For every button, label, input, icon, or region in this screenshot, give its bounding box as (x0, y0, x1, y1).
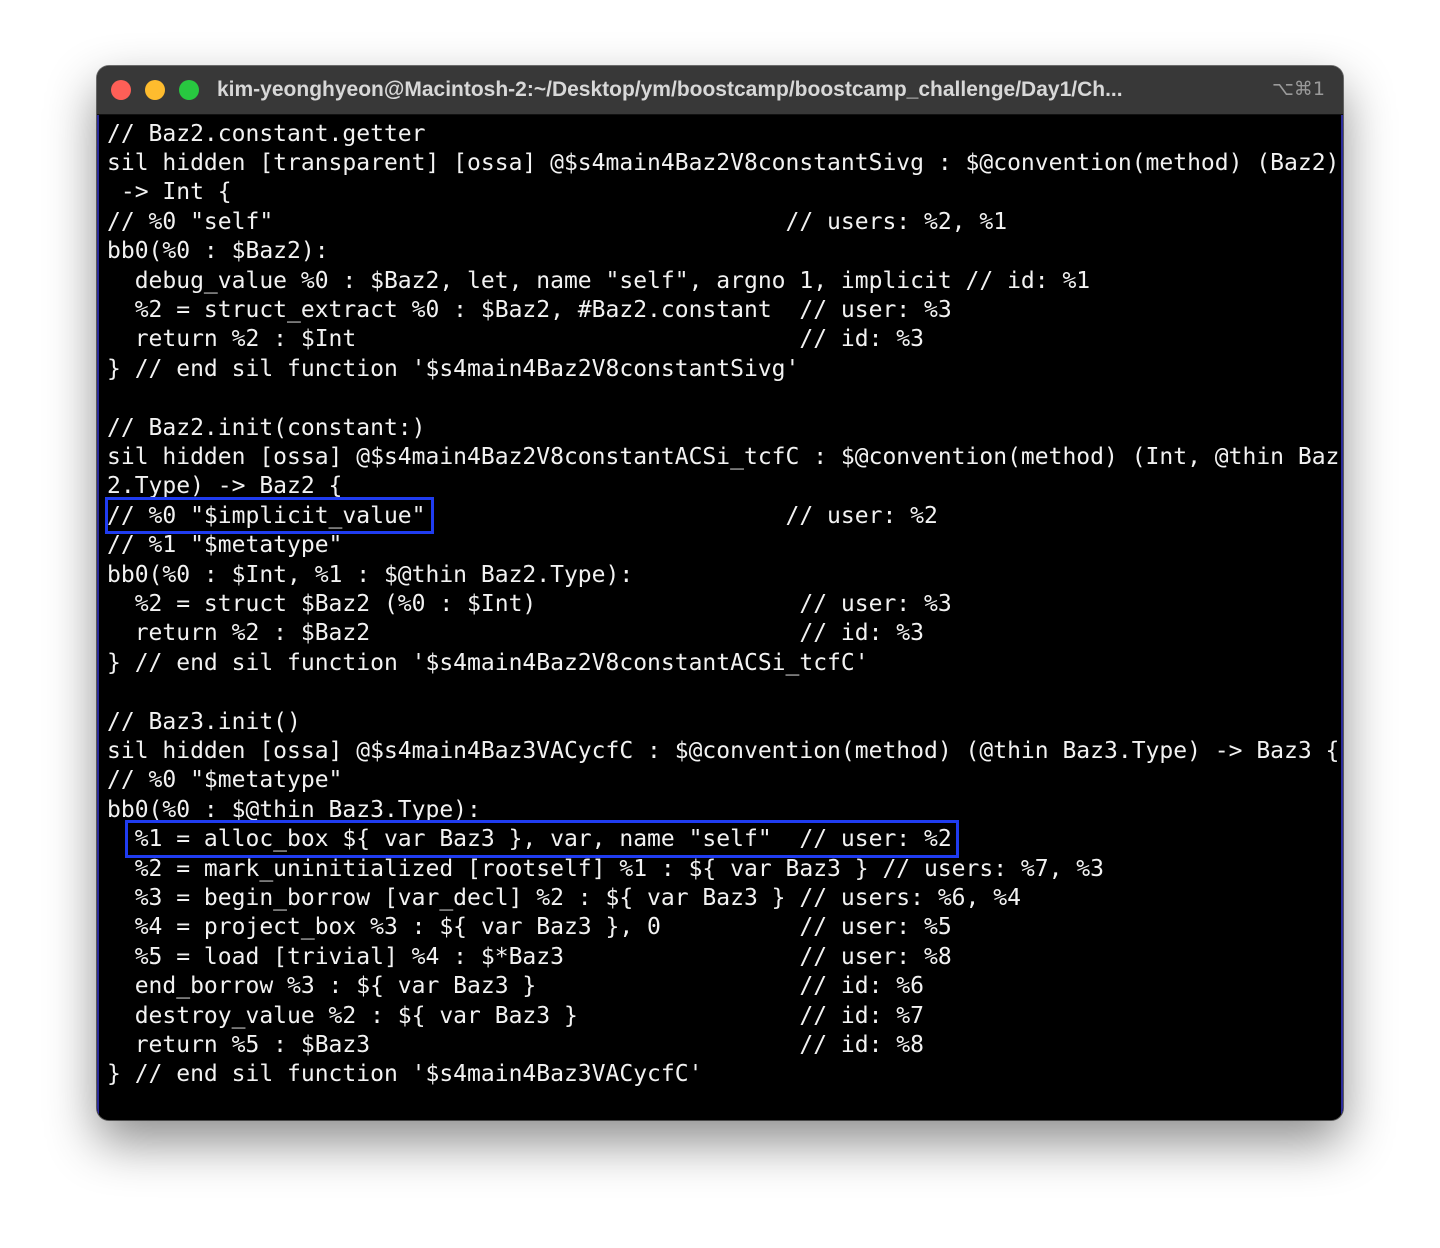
terminal-line: end_borrow %3 : ${ var Baz3 } // id: %6 (107, 973, 924, 999)
terminal-line: } // end sil function '$s4main4Baz3VACyc… (107, 1061, 703, 1087)
highlight-box-implicit-value (105, 497, 434, 534)
terminal-line: %3 = begin_borrow [var_decl] %2 : ${ var… (107, 885, 1021, 911)
close-button[interactable] (111, 80, 131, 100)
terminal-line: // %1 "$metatype" (107, 532, 343, 558)
highlight-box-alloc-box (125, 820, 959, 858)
terminal-output[interactable]: // Baz2.constant.getter sil hidden [tran… (97, 115, 1343, 1120)
terminal-line: -> Int { (107, 179, 232, 205)
terminal-line: // %0 "self" // users: %2, %1 (107, 209, 1008, 235)
terminal-line: } // end sil function '$s4main4Baz2V8con… (107, 356, 800, 382)
title-bar[interactable]: kim-yeonghyeon@Macintosh-2:~/Desktop/ym/… (97, 66, 1343, 115)
minimize-button[interactable] (145, 80, 165, 100)
terminal-line: sil hidden [ossa] @$s4main4Baz2V8constan… (107, 444, 1340, 470)
terminal-line: // Baz2.constant.getter (107, 121, 426, 147)
terminal-line: destroy_value %2 : ${ var Baz3 } // id: … (107, 1003, 924, 1029)
terminal-line: sil hidden [transparent] [ossa] @$s4main… (107, 150, 1340, 176)
terminal-line: %2 = mark_uninitialized [rootself] %1 : … (107, 856, 1104, 882)
terminal-line: %4 = project_box %3 : ${ var Baz3 }, 0 /… (107, 914, 952, 940)
terminal-line: // Baz3.init() (107, 709, 301, 735)
terminal-line: // Baz2.init(constant:) (107, 415, 426, 441)
terminal-line: %5 = load [trivial] %4 : $*Baz3 // user:… (107, 944, 952, 970)
terminal-line: %2 = struct_extract %0 : $Baz2, #Baz2.co… (107, 297, 952, 323)
terminal-line: bb0(%0 : $Baz2): (107, 238, 329, 264)
window-shortcut: ⌥⌘1 (1272, 78, 1325, 100)
zoom-button[interactable] (179, 80, 199, 100)
terminal-line: sil hidden [ossa] @$s4main4Baz3VACycfC :… (107, 738, 1340, 764)
terminal-line: %2 = struct $Baz2 (%0 : $Int) // user: %… (107, 591, 952, 617)
terminal-line: return %2 : $Int // id: %3 (107, 326, 924, 352)
terminal-window: kim-yeonghyeon@Macintosh-2:~/Desktop/ym/… (97, 66, 1343, 1120)
terminal-line: debug_value %0 : $Baz2, let, name "self"… (107, 268, 1091, 294)
terminal-line: return %2 : $Baz2 // id: %3 (107, 620, 924, 646)
window-title: kim-yeonghyeon@Macintosh-2:~/Desktop/ym/… (217, 78, 1123, 101)
terminal-line: return %5 : $Baz3 // id: %8 (107, 1032, 924, 1058)
terminal-line: } // end sil function '$s4main4Baz2V8con… (107, 650, 869, 676)
terminal-line: // %0 "$metatype" (107, 767, 343, 793)
terminal-line: bb0(%0 : $Int, %1 : $@thin Baz2.Type): (107, 562, 634, 588)
